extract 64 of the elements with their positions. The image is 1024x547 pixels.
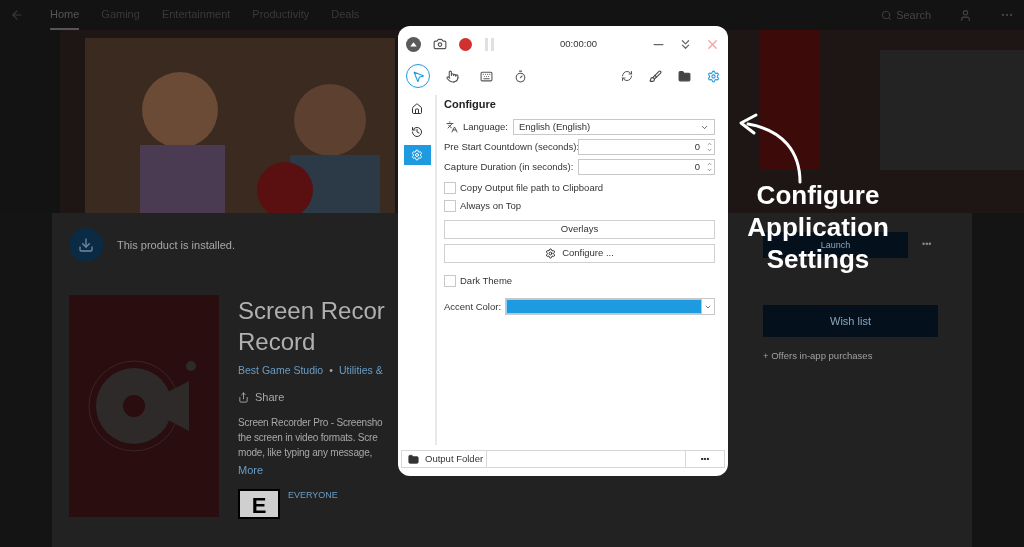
download-icon [78, 237, 94, 253]
cursor-icon [411, 69, 425, 83]
checkbox-label: Always on Top [460, 198, 522, 213]
more-options-button[interactable]: ••• [922, 238, 932, 252]
offers-note: + Offers in-app purchases [763, 349, 874, 363]
accent-label: Accent Color: [444, 299, 503, 314]
checkbox[interactable] [444, 275, 456, 288]
description-line: Screen Recorder Pro - Screensho [238, 416, 384, 431]
checkbox-label: Dark Theme [460, 274, 513, 288]
share-icon [238, 391, 249, 403]
overlays-button[interactable]: Overlays [444, 220, 715, 239]
number-label: Capture Duration (in seconds): [444, 159, 575, 174]
checkbox-label: Copy Output file path to Clipboard [460, 180, 604, 195]
spin-up-icon[interactable] [706, 161, 713, 167]
checkbox[interactable] [444, 181, 456, 194]
checkbox[interactable] [444, 199, 456, 212]
output-folder-button[interactable]: Output Folder [402, 451, 487, 467]
category-link[interactable]: Utilities & [338, 363, 383, 379]
settings-icon [411, 149, 423, 161]
spin-up-icon[interactable] [706, 141, 713, 147]
language-label: Language: [463, 119, 509, 134]
folder-icon[interactable] [678, 69, 691, 83]
keyboard-icon [479, 69, 493, 83]
language-dropdown[interactable]: English (English) [513, 119, 715, 135]
refresh-icon[interactable] [621, 70, 633, 82]
back-icon[interactable] [10, 8, 24, 22]
camera-icon[interactable] [433, 37, 447, 51]
wish-list-button[interactable]: Wish list [763, 305, 938, 337]
home-icon [411, 103, 423, 115]
search-icon [881, 9, 893, 21]
publisher-link[interactable]: Best Game Studio [238, 363, 324, 379]
annotation-text: Configure [756, 183, 880, 208]
configure-button[interactable]: Configure ... [444, 244, 715, 263]
description-line: the screen in video formats. Scre [238, 431, 379, 446]
number-field[interactable]: 0 [578, 159, 715, 175]
product-title: Record [238, 327, 317, 357]
collapse-icon[interactable] [406, 36, 421, 52]
curved-arrow [738, 112, 804, 184]
timer-icon [513, 69, 527, 83]
settings-icon[interactable] [707, 69, 720, 83]
rating-label: EVERYONE [288, 488, 338, 502]
brush-icon[interactable] [649, 69, 662, 83]
product-title: Screen Recor [238, 296, 386, 326]
separator-dot: • [329, 363, 333, 378]
spin-down-icon[interactable] [706, 167, 713, 173]
installed-notice: This product is installed. [117, 237, 235, 253]
record-button[interactable] [459, 37, 472, 51]
hand-icon [445, 69, 459, 83]
more-link[interactable]: More [238, 462, 264, 479]
language-icon [446, 121, 458, 133]
folder-icon [408, 453, 419, 465]
history-icon [411, 126, 423, 138]
browse-button[interactable]: ••• [686, 451, 724, 467]
accent-color-picker[interactable] [505, 298, 715, 316]
share-button[interactable]: Share [238, 388, 393, 406]
account-icon[interactable] [959, 8, 972, 22]
spin-down-icon[interactable] [706, 147, 713, 153]
rating-badge: E [238, 488, 280, 519]
description-line: mode, like typing any message, [238, 446, 374, 461]
number-label: Pre Start Countdown (seconds): [444, 139, 578, 154]
number-field[interactable]: 0 [578, 139, 715, 155]
section-heading: Configure [444, 97, 497, 112]
timer-display: 00:00:00 [560, 36, 597, 51]
gear-icon [545, 248, 557, 259]
